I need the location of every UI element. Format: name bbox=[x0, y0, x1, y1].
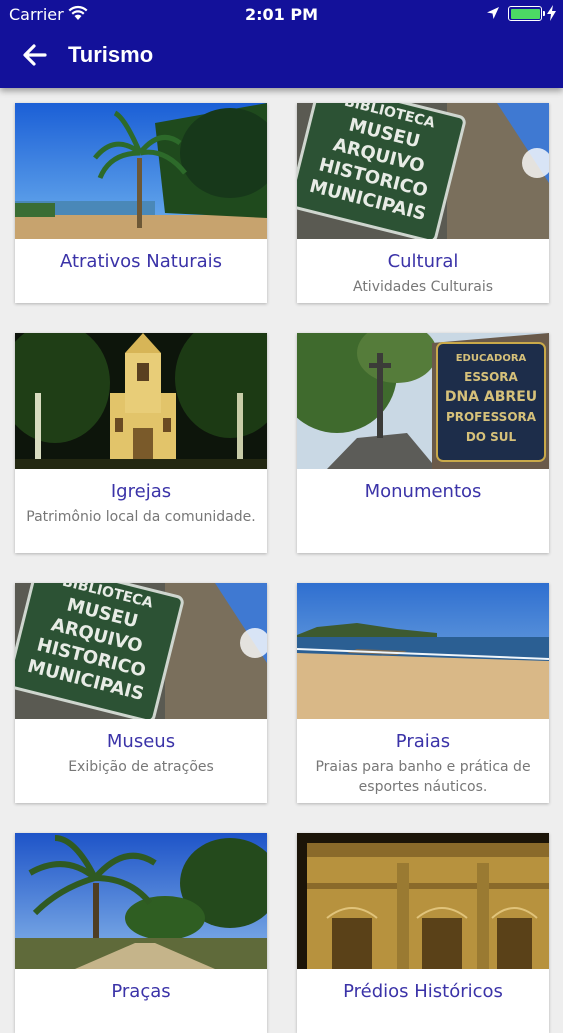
card-title: Igrejas bbox=[110, 481, 172, 502]
card-image: BIBLIOTECA MUSEU ARQUIVO HISTORICO MUNIC… bbox=[297, 103, 549, 239]
battery-icon bbox=[508, 6, 545, 21]
beach-image bbox=[297, 583, 549, 719]
page-title: Turismo bbox=[68, 42, 154, 67]
status-bar: Carrier 2:01 PM bbox=[0, 0, 563, 30]
card-image: EDUCADORA ESSORA DNA ABREU PROFESSORA DO… bbox=[297, 333, 549, 469]
museum-sign-image: BIBLIOTECA MUSEU ARQUIVO HISTORICO MUNIC… bbox=[15, 583, 267, 719]
card-subtitle: Praias para banho e prática de esportes … bbox=[315, 759, 531, 795]
museum-sign-image: BIBLIOTECA MUSEU ARQUIVO HISTORICO MUNIC… bbox=[297, 103, 549, 239]
card-title: Atrativos Naturais bbox=[59, 251, 223, 272]
card-subtitle: Exibição de atrações bbox=[68, 759, 214, 775]
monument-plaque-line: ESSORA bbox=[464, 370, 518, 384]
card-atrativos-naturais[interactable]: Atrativos Naturais bbox=[15, 103, 267, 303]
card-igrejas[interactable]: Igrejas Patrimônio local da comunidade. bbox=[15, 333, 267, 553]
card-praias[interactable]: Praias Praias para banho e prática de es… bbox=[297, 583, 549, 803]
card-cultural[interactable]: BIBLIOTECA MUSEU ARQUIVO HISTORICO MUNIC… bbox=[297, 103, 549, 303]
card-title: Praças bbox=[111, 981, 171, 1002]
card-title: Cultural bbox=[387, 251, 459, 272]
monument-plaque-line: EDUCADORA bbox=[456, 353, 527, 364]
charging-bolt-icon bbox=[547, 5, 556, 21]
card-title: Prédios Históricos bbox=[343, 981, 503, 1002]
card-image: BIBLIOTECA MUSEU ARQUIVO HISTORICO MUNIC… bbox=[15, 583, 267, 719]
card-image bbox=[15, 833, 267, 969]
card-museus[interactable]: BIBLIOTECA MUSEU ARQUIVO HISTORICO MUNIC… bbox=[15, 583, 267, 803]
card-image bbox=[15, 103, 267, 239]
card-image bbox=[297, 583, 549, 719]
app-bar: Carrier 2:01 PM Turismo bbox=[0, 0, 563, 88]
card-subtitle: Patrimônio local da comunidade. bbox=[26, 509, 256, 525]
card-title: Praias bbox=[395, 731, 451, 752]
card-pracas[interactable]: Praças bbox=[15, 833, 267, 1033]
clock: 2:01 PM bbox=[244, 5, 318, 24]
back-arrow-icon[interactable] bbox=[20, 40, 50, 70]
monument-plaque-line: PROFESSORA bbox=[446, 410, 537, 424]
card-monumentos[interactable]: EDUCADORA ESSORA DNA ABREU PROFESSORA DO… bbox=[297, 333, 549, 553]
palm-beach-image bbox=[15, 103, 267, 239]
card-image bbox=[297, 833, 549, 969]
historic-building-image bbox=[297, 833, 549, 969]
monument-plaque-line: DNA ABREU bbox=[445, 389, 537, 405]
card-image bbox=[15, 333, 267, 469]
card-predios-historicos[interactable]: Prédios Históricos bbox=[297, 833, 549, 1033]
church-night-image bbox=[15, 333, 267, 469]
square-park-image bbox=[15, 833, 267, 969]
card-subtitle: Atividades Culturais bbox=[352, 279, 493, 295]
card-title: Monumentos bbox=[364, 481, 482, 502]
card-title: Museus bbox=[106, 731, 176, 752]
location-arrow-icon bbox=[487, 7, 499, 19]
monument-image: EDUCADORA ESSORA DNA ABREU PROFESSORA DO… bbox=[297, 333, 549, 469]
monument-plaque-line: DO SUL bbox=[466, 430, 517, 444]
